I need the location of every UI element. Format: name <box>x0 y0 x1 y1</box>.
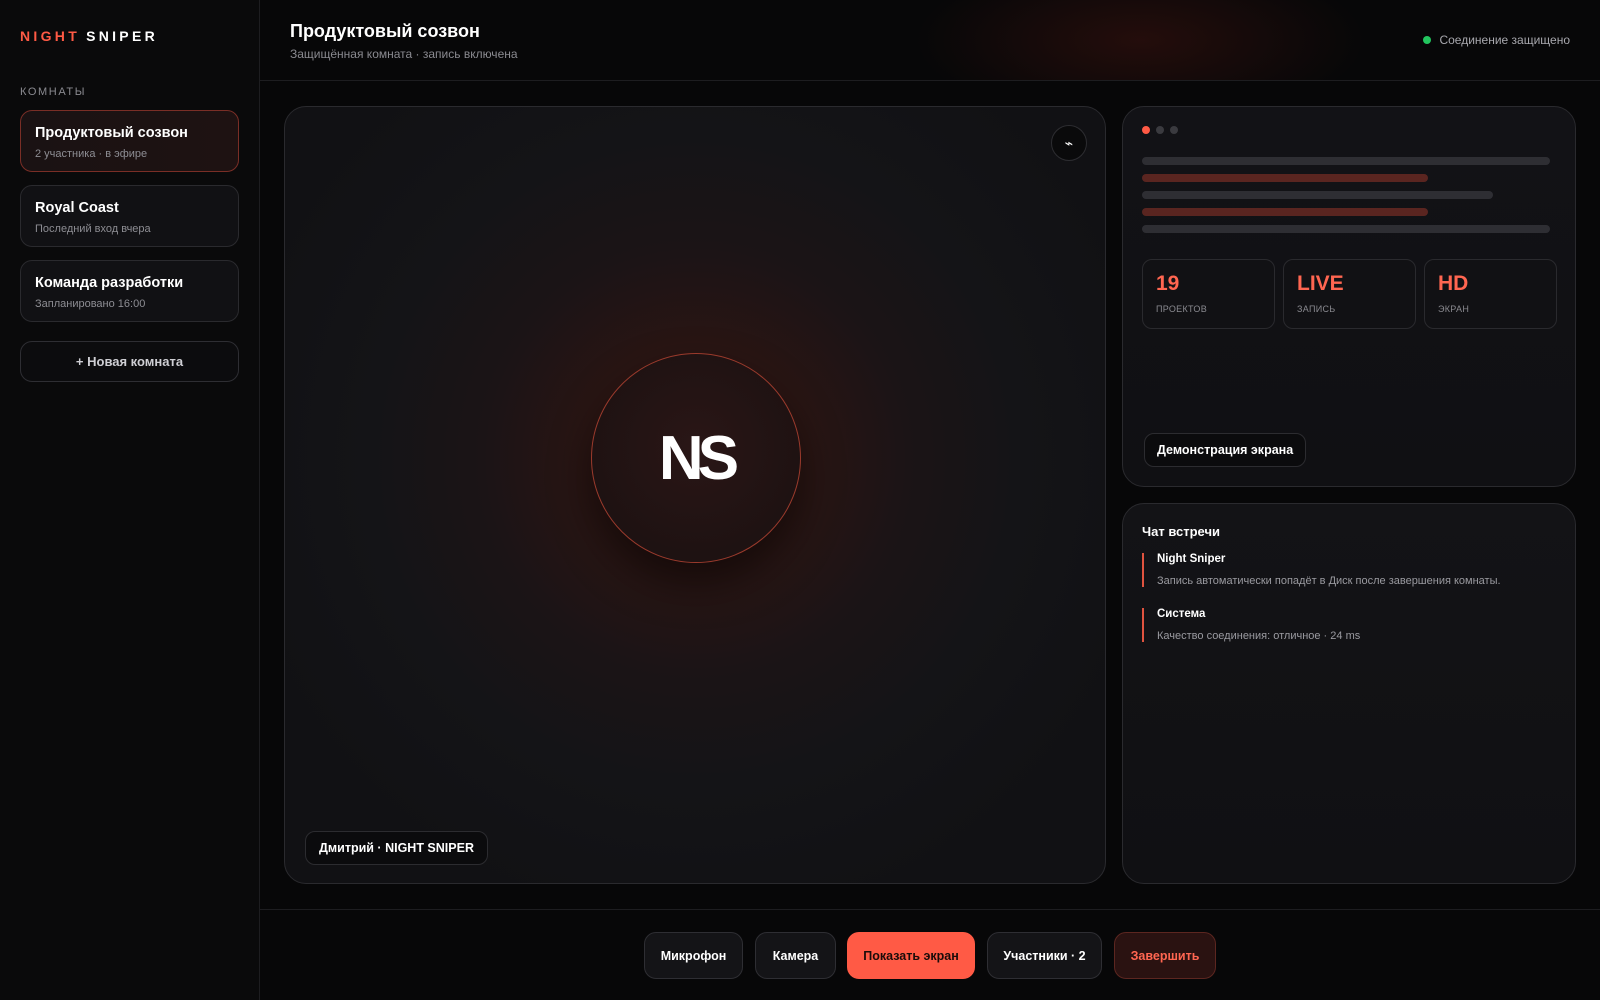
room-name: Команда разработки <box>35 275 184 291</box>
participant-name-tag: Дмитрий · NIGHT SNIPER <box>305 831 488 865</box>
stat-card-recording: LIVE ЗАПИСЬ <box>1283 259 1416 329</box>
room-status: Последний вход вчера <box>35 223 151 235</box>
chat-message: Система Качество соединения: отличное · … <box>1142 608 1557 642</box>
screen-share-tile[interactable]: 19 ПРОЕКТОВ LIVE ЗАПИСЬ HD ЭКРАН Демонст… <box>1122 106 1576 487</box>
avatar: NS <box>591 353 801 563</box>
brand-logo-part1: NIGHT <box>20 28 81 44</box>
skeleton-line <box>1142 191 1493 199</box>
window-dot-icon <box>1170 126 1178 134</box>
chat-message-text: Качество соединения: отличное · 24 ms <box>1157 630 1361 642</box>
chat-title: Чат встречи <box>1142 524 1220 539</box>
header: Продуктовый созвон Защищённая комната · … <box>260 0 1600 81</box>
room-item-dev-team[interactable]: Команда разработки Запланировано 16:00 <box>20 260 239 322</box>
end-call-button[interactable]: Завершить <box>1114 932 1216 979</box>
pin-icon[interactable]: ⌁ <box>1051 125 1087 161</box>
stat-card-screen: HD ЭКРАН <box>1424 259 1557 329</box>
page-subtitle: Защищённая комната · запись включена <box>290 47 518 61</box>
window-dot-icon <box>1156 126 1164 134</box>
stat-label: ПРОЕКТОВ <box>1156 304 1208 314</box>
window-dot-icon <box>1142 126 1150 134</box>
sidebar: NIGHT SNIPER КОМНАТЫ Продуктовый созвон 2… <box>0 0 260 1000</box>
skeleton-line <box>1142 225 1550 233</box>
main-video-tile[interactable]: ⌁ NS Дмитрий · NIGHT SNIPER <box>284 106 1106 884</box>
stat-value: 19 <box>1156 272 1180 295</box>
window-dots <box>1142 126 1178 134</box>
stat-value: HD <box>1438 272 1469 295</box>
chat-message-text: Запись автоматически попадёт в Диск посл… <box>1157 575 1501 587</box>
room-status: Запланировано 16:00 <box>35 298 146 310</box>
microphone-button[interactable]: Микрофон <box>644 932 743 979</box>
room-name: Продуктовый созвон <box>35 125 188 141</box>
room-status: 2 участника · в эфире <box>35 148 148 160</box>
avatar-initials: NS <box>658 423 739 493</box>
page-title: Продуктовый созвон <box>290 21 480 41</box>
skeleton-line <box>1142 157 1550 165</box>
meeting-chat: Чат встречи Night Sniper Запись автомати… <box>1122 503 1576 884</box>
stat-card-projects: 19 ПРОЕКТОВ <box>1142 259 1275 329</box>
chat-message-author: Night Sniper <box>1157 553 1226 565</box>
skeleton-line <box>1142 174 1428 182</box>
call-toolbar: Микрофон Камера Показать экран Участники… <box>260 909 1600 1000</box>
room-item-product-call[interactable]: Продуктовый созвон 2 участника · в эфире <box>20 110 239 172</box>
connection-status: Соединение защищено <box>1423 33 1570 47</box>
connection-status-label: Соединение защищено <box>1439 33 1570 47</box>
rooms-section-title: КОМНАТЫ <box>20 86 87 98</box>
stat-label: ЭКРАН <box>1438 304 1470 314</box>
brand-logo-part2: SNIPER <box>86 28 158 44</box>
screen-share-label: Демонстрация экрана <box>1144 433 1307 467</box>
stat-label: ЗАПИСЬ <box>1297 304 1336 314</box>
room-item-royal-coast[interactable]: Royal Coast Последний вход вчера <box>20 185 239 247</box>
camera-button[interactable]: Камера <box>755 932 836 979</box>
participants-button[interactable]: Участники · 2 <box>987 932 1102 979</box>
brand-logo[interactable]: NIGHT SNIPER <box>20 28 158 44</box>
share-screen-button[interactable]: Показать экран <box>847 932 975 979</box>
skeleton-line <box>1142 208 1428 216</box>
stat-value: LIVE <box>1297 272 1344 295</box>
chat-message: Night Sniper Запись автоматически попадё… <box>1142 553 1557 587</box>
room-name: Royal Coast <box>35 200 119 216</box>
status-dot-icon <box>1423 36 1432 44</box>
chat-message-author: Система <box>1157 608 1206 620</box>
new-room-button[interactable]: + Новая комната <box>20 341 239 382</box>
